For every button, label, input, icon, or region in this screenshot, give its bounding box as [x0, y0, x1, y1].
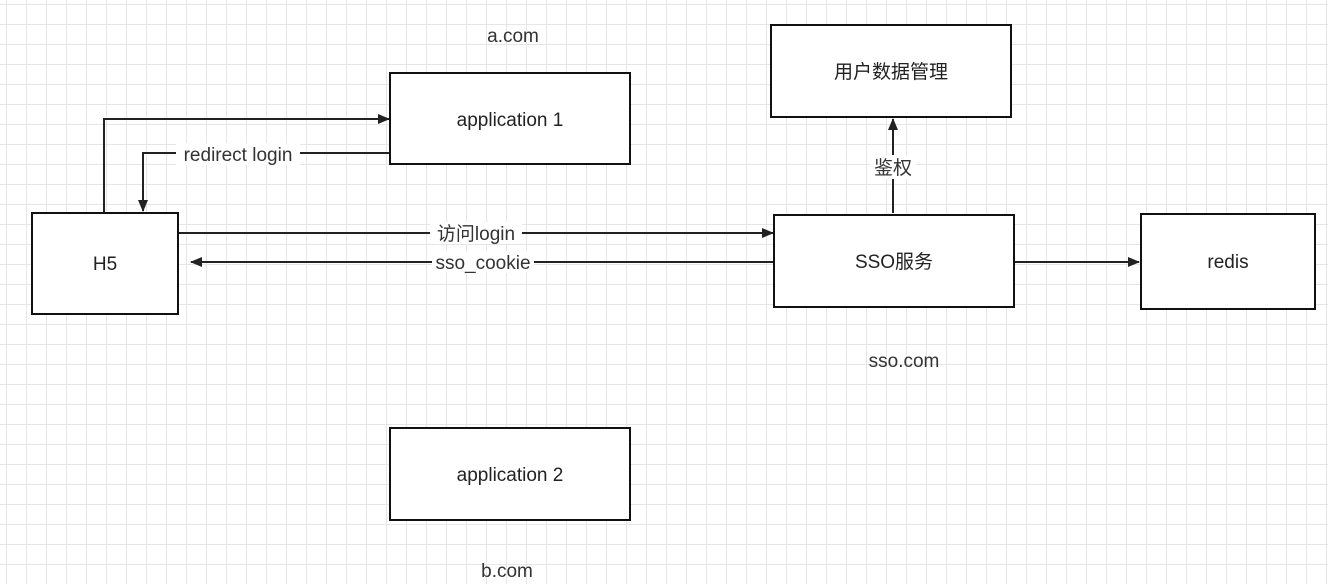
edge-label-redirect-login: redirect login [184, 145, 293, 166]
node-application-1-label: application 1 [457, 110, 564, 131]
node-redis: redis [1140, 213, 1316, 310]
edge-label-visit-login: 访问login [437, 223, 515, 245]
node-application-1: application 1 [389, 72, 631, 165]
node-user-data-management-label: 用户数据管理 [834, 61, 948, 83]
domain-label-a: a.com [487, 26, 539, 47]
node-application-2: application 2 [389, 427, 631, 521]
node-h5-label: H5 [93, 254, 117, 275]
domain-label-b: b.com [481, 561, 533, 582]
edge-label-sso-cookie: sso_cookie [435, 253, 530, 274]
node-sso-service-label: SSO服务 [855, 251, 933, 273]
edge-label-auth: 鉴权 [874, 157, 912, 179]
diagram-canvas: a.com sso.com b.com redirect login 访问log… [31, 24, 1316, 582]
node-sso-service: SSO服务 [773, 214, 1015, 308]
node-redis-label: redis [1207, 252, 1248, 273]
node-application-2-label: application 2 [457, 465, 564, 486]
domain-label-sso: sso.com [869, 351, 940, 372]
node-h5: H5 [31, 212, 179, 315]
node-user-data-management: 用户数据管理 [770, 24, 1012, 118]
